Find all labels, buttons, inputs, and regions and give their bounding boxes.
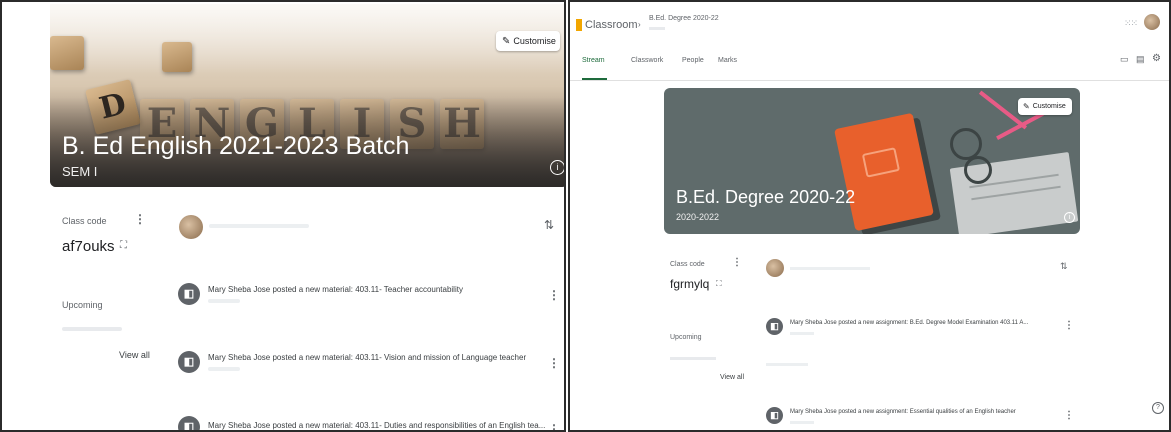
customise-label: Customise — [1032, 103, 1066, 110]
assignment-icon: ◧ — [766, 318, 783, 335]
material-icon: ◧ — [178, 351, 200, 373]
class-section: SEM I — [62, 164, 98, 179]
tab-classwork[interactable]: Classwork — [631, 57, 663, 64]
customise-button[interactable]: ✎ Customise — [1018, 98, 1072, 115]
class-title: B.Ed. Degree 2020-22 — [676, 187, 856, 207]
post-date-placeholder — [790, 332, 814, 335]
pencil-icon: ✎ — [1023, 102, 1030, 111]
avatar — [179, 215, 203, 239]
drive-folder-icon[interactable]: ▤ — [1136, 54, 1145, 65]
post-date-placeholder — [208, 367, 240, 371]
avatar — [766, 259, 784, 277]
class-title: B. Ed English 2021-2023 Batch — [62, 132, 410, 160]
account-avatar[interactable] — [1144, 14, 1160, 30]
settings-icon[interactable]: ⚙ — [1152, 53, 1161, 64]
book-label — [861, 147, 901, 178]
upcoming-label: Upcoming — [62, 300, 103, 310]
assignment-icon: ◧ — [766, 407, 783, 424]
pencil-icon: ✎ — [502, 35, 511, 47]
view-all-link[interactable]: View all — [119, 350, 150, 360]
post-more-icon[interactable]: ⋮ — [548, 288, 560, 302]
info-icon[interactable]: i — [1064, 212, 1075, 223]
info-icon[interactable]: i — [550, 160, 564, 175]
app-brand[interactable]: Classroom — [585, 19, 638, 31]
upcoming-placeholder — [62, 327, 122, 331]
right-classroom-screenshot: Classroom › B.Ed. Degree 2020-22 ⁙⁙ Stre… — [568, 0, 1171, 432]
post-more-icon[interactable]: ⋮ — [548, 422, 560, 430]
apps-grid-icon[interactable]: ⁙⁙ — [1124, 18, 1138, 29]
comment-placeholder — [766, 363, 808, 366]
class-code-value: af7ouks — [62, 238, 115, 255]
classroom-logo-icon[interactable] — [576, 19, 582, 31]
more-options-icon[interactable]: ⋮ — [134, 212, 146, 226]
material-icon: ◧ — [178, 283, 200, 305]
breadcrumb-sub-placeholder — [649, 27, 665, 30]
announce-input[interactable] — [790, 267, 870, 270]
post-text[interactable]: Mary Sheba Jose posted a new material: 4… — [208, 421, 545, 430]
app-bar: Classroom › B.Ed. Degree 2020-22 ⁙⁙ — [570, 2, 1169, 44]
upcoming-placeholder — [670, 357, 716, 360]
repost-icon[interactable]: ⇅ — [1060, 261, 1068, 272]
view-all-link[interactable]: View all — [720, 374, 744, 381]
left-classroom-screenshot: D E N G L I S H B. Ed English 2021-2023 … — [0, 0, 566, 432]
fullscreen-icon[interactable]: ⛶ — [120, 240, 127, 251]
customise-button[interactable]: ✎ Customise — [496, 31, 560, 51]
class-code-value: fgrmylq — [670, 277, 710, 291]
class-code-label: Class code — [62, 216, 107, 226]
fullscreen-icon[interactable]: ⛶ — [716, 279, 722, 289]
class-tabs: Stream Classwork People Marks ▭ ▤ ⚙ — [570, 50, 1169, 81]
tab-people[interactable]: People — [682, 57, 704, 64]
post-date-placeholder — [208, 299, 240, 303]
class-banner: D E N G L I S H B. Ed English 2021-2023 … — [50, 4, 564, 187]
breadcrumb-class-name[interactable]: B.Ed. Degree 2020-22 — [649, 15, 719, 22]
glasses-illustration — [964, 156, 992, 184]
post-more-icon[interactable]: ⋮ — [1064, 410, 1074, 421]
tab-marks[interactable]: Marks — [718, 57, 737, 64]
class-code-label: Class code — [670, 261, 705, 268]
help-icon[interactable]: ? — [1152, 402, 1164, 414]
post-date-placeholder — [790, 421, 814, 424]
repost-icon[interactable]: ⇅ — [544, 218, 554, 232]
class-section: 2020-2022 — [676, 212, 720, 222]
post-more-icon[interactable]: ⋮ — [548, 356, 560, 370]
active-tab-indicator — [582, 78, 607, 80]
post-text[interactable]: Mary Sheba Jose posted a new material: 4… — [208, 353, 526, 362]
banner-highlight — [50, 4, 564, 74]
book-illustration — [834, 112, 934, 232]
breadcrumb-chevron-icon: › — [638, 20, 641, 29]
material-icon: ◧ — [178, 416, 200, 430]
dice-decoration — [162, 42, 192, 72]
upcoming-label: Upcoming — [670, 334, 702, 341]
glasses-frame — [996, 112, 1044, 140]
class-banner: B.Ed. Degree 2020-22 2020-2022 i ✎ Custo… — [664, 88, 1080, 234]
more-options-icon[interactable]: ⋮ — [732, 257, 742, 268]
post-text[interactable]: Mary Sheba Jose posted a new assignment:… — [790, 409, 1016, 415]
tab-stream[interactable]: Stream — [582, 57, 605, 64]
post-more-icon[interactable]: ⋮ — [1064, 320, 1074, 331]
dice-decoration — [50, 36, 84, 70]
announce-input[interactable] — [209, 224, 309, 228]
calendar-icon[interactable]: ▭ — [1120, 54, 1129, 65]
customise-label: Customise — [513, 36, 556, 46]
post-text[interactable]: Mary Sheba Jose posted a new material: 4… — [208, 285, 463, 294]
post-text[interactable]: Mary Sheba Jose posted a new assignment:… — [790, 320, 1028, 326]
